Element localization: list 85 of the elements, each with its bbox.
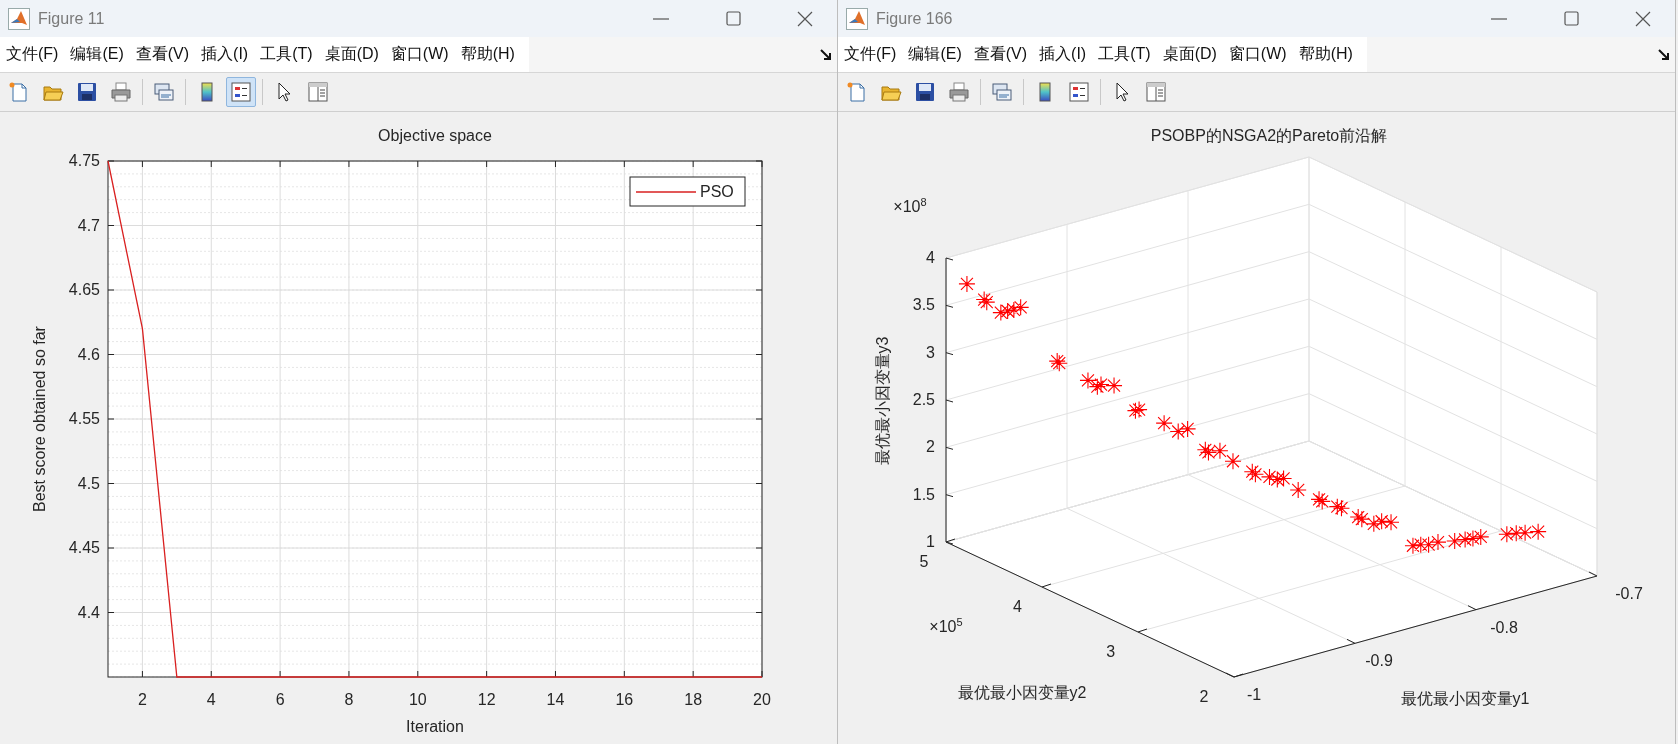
save-icon [76, 81, 98, 103]
y2-tick-label: 4 [1012, 598, 1022, 616]
new-file-icon [846, 81, 868, 103]
legend-icon [1068, 81, 1090, 103]
x-axis-label: Iteration [406, 718, 464, 736]
z-tick-label: 2.5 [912, 391, 935, 409]
menu-item[interactable]: 桌面(D) [318, 44, 385, 65]
menu-item[interactable]: 帮助(H) [1292, 44, 1359, 65]
dock-arrow-icon[interactable] [1657, 47, 1671, 62]
z-tick-label: 3 [926, 343, 935, 362]
y2-tick-label: 2 [1199, 688, 1209, 706]
y-tick-label: 4.5 [77, 474, 100, 493]
y2-tick-label: 5 [919, 553, 929, 571]
z-tick-label: 1.5 [912, 485, 935, 504]
y1-axis-label: 最优最小因变量y1 [1400, 688, 1530, 709]
close-icon [797, 10, 813, 27]
y1-tick-label: -1 [1246, 686, 1262, 704]
x-tick-label: 16 [615, 691, 634, 709]
y-tick-label: 4.4 [77, 603, 100, 622]
window-title: Figure 11 [38, 9, 105, 28]
menu-item[interactable]: 工具(T) [254, 44, 319, 65]
z-tick-label: 3.5 [912, 296, 935, 315]
y-axis-label: Best score obtained so far [31, 326, 49, 512]
printer-icon [948, 81, 970, 103]
x-tick-label: 6 [275, 691, 285, 709]
y2-multiplier-label: ×10$^{5}$ [929, 615, 963, 637]
new-file-icon [8, 81, 30, 103]
linked-windows-icon [991, 81, 1013, 103]
menu-item[interactable]: 窗口(W) [384, 44, 455, 65]
linked-windows-icon [153, 81, 175, 103]
y1-tick-label: -0.8 [1490, 618, 1518, 637]
x-tick-label: 18 [684, 691, 703, 709]
x-tick-label: 2 [137, 691, 147, 709]
y-tick-label: 4.6 [77, 345, 100, 364]
y-tick-label: 4.55 [68, 410, 100, 428]
menu-item[interactable]: 桌面(D) [1156, 44, 1223, 65]
x-tick-label: 4 [206, 691, 216, 709]
menu-item[interactable]: 编辑(E) [64, 44, 130, 65]
menu-item[interactable]: 插入(I) [1033, 44, 1093, 65]
maximize-icon [1563, 11, 1579, 26]
y-tick-label: 4.75 [68, 152, 100, 170]
menu-item[interactable]: 帮助(H) [454, 44, 521, 65]
printer-icon [110, 81, 132, 103]
close-icon [1635, 10, 1651, 27]
dock-arrow-icon[interactable] [819, 47, 833, 62]
property-panel-icon [1145, 81, 1167, 103]
x-tick-label: 20 [753, 691, 771, 709]
z-tick-label: 2 [926, 438, 935, 457]
menu-item[interactable]: 窗口(W) [1222, 44, 1293, 65]
matlab-logo-icon [8, 7, 30, 30]
menu-item[interactable]: 查看(V) [129, 44, 196, 65]
y2-tick-label: 3 [1106, 643, 1116, 661]
y-tick-label: 4.7 [77, 216, 100, 235]
property-panel-icon [307, 81, 329, 103]
z-tick-label: 4 [926, 249, 935, 267]
matlab-logo-icon [846, 7, 868, 30]
menu-item[interactable]: 工具(T) [1092, 44, 1157, 65]
legend-label: PSO [700, 183, 734, 201]
maximize-icon [725, 11, 741, 26]
minimize-icon [1491, 17, 1507, 20]
chart-title: PSOBP的NSGA2的Pareto前沿解 [1150, 125, 1388, 146]
y-tick-label: 4.45 [68, 539, 100, 557]
window-title: Figure 166 [876, 9, 953, 28]
menu-item[interactable]: 文件(F) [0, 44, 65, 65]
x-tick-label: 14 [546, 691, 565, 709]
y2-axis-label: 最优最小因变量y2 [957, 682, 1087, 703]
chart-title: Objective space [378, 127, 492, 145]
x-tick-label: 8 [344, 691, 354, 709]
y-tick-label: 4.65 [68, 281, 100, 299]
x-tick-label: 12 [477, 691, 496, 709]
menu-item[interactable]: 查看(V) [967, 44, 1034, 65]
y1-tick-label: -0.9 [1365, 652, 1393, 671]
menu-item[interactable]: 文件(F) [838, 44, 903, 65]
legend-icon [230, 81, 252, 103]
z-axis-label: 最优最小因变量y3 [872, 336, 892, 466]
z-tick-label: 1 [926, 533, 935, 551]
menu-item[interactable]: 插入(I) [195, 44, 255, 65]
legend-button[interactable] [226, 77, 256, 107]
legend-line [635, 191, 697, 193]
x-tick-label: 10 [408, 691, 427, 709]
save-icon [914, 81, 936, 103]
minimize-icon [653, 17, 669, 20]
menu-item[interactable]: 编辑(E) [902, 44, 968, 65]
z-multiplier-label: ×10$^{8}$ [893, 195, 927, 217]
y1-tick-label: -0.7 [1615, 585, 1643, 603]
